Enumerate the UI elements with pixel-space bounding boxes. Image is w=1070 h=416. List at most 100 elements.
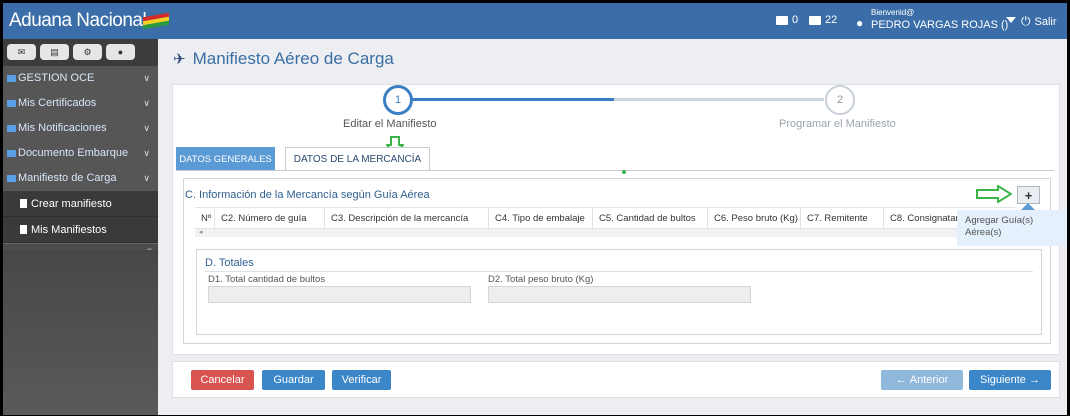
mail-count: 22 <box>825 14 838 26</box>
chevron-down-icon[interactable] <box>1006 17 1016 23</box>
chart-icon: ▤ <box>50 46 59 57</box>
list-icon <box>7 174 16 182</box>
chevron-down-icon: ∨ <box>143 123 150 133</box>
column-header[interactable]: C5. Cantidad de bultos <box>593 208 708 228</box>
arrow-right-icon: → <box>1025 374 1040 386</box>
mail-icon: ✉ <box>17 46 26 57</box>
mail-icon <box>809 15 821 25</box>
wizard-step-2-label: Programar el Manifiesto <box>779 118 896 130</box>
verify-button[interactable]: Verificar <box>332 370 391 390</box>
list-icon <box>7 99 16 107</box>
indicator-dot <box>622 170 626 174</box>
form-footer: Cancelar Guardar Verificar ← Anterior Si… <box>172 361 1060 398</box>
chart-shortcut-button[interactable]: ▤ <box>40 44 69 60</box>
gear-icon: ⚙ <box>83 46 92 57</box>
sidebar-item-label: Documento Embarque <box>18 147 129 159</box>
tab-divider <box>176 170 1054 171</box>
settings-shortcut-button[interactable]: ⚙ <box>73 44 102 60</box>
tab-label: DATOS GENERALES <box>179 153 272 165</box>
document-icon <box>20 199 27 208</box>
next-label: Siguiente <box>980 374 1026 386</box>
sidebar-item-label: Manifiesto de Carga <box>18 172 117 184</box>
user-icon: ● <box>117 47 124 57</box>
tab-label: DATOS DE LA MERCANCÍA <box>293 153 422 165</box>
wizard-progress-active <box>412 98 614 101</box>
arrow-right-icon <box>976 185 1012 203</box>
logout-button[interactable]: ⏻ Salir <box>1021 14 1057 29</box>
user-menu[interactable]: ● Bienvenid@ PEDRO VARGAS ROJAS () <box>856 8 1008 32</box>
tab-datos-generales[interactable]: DATOS GENERALES <box>176 147 275 171</box>
cancel-button[interactable]: Cancelar <box>191 370 254 390</box>
sidebar: ✉ ▤ ⚙ ● GESTION OCE ∨ Mis Certificados ∨… <box>3 39 158 415</box>
sidebar-item-label: Mis Notificaciones <box>18 122 107 134</box>
sidebar-subitem-mis-manifiestos[interactable]: Mis Manifiestos <box>3 217 158 243</box>
previous-label: Anterior <box>909 374 949 386</box>
table-horizontal-scrollbar[interactable]: ◂ <box>195 229 1015 237</box>
top-bar: Aduana Nacional 0 22 ● Bienvenid@ PEDRO … <box>3 3 1067 39</box>
sidebar-subitem-label: Mis Manifiestos <box>31 223 107 236</box>
sidebar-item-certificados[interactable]: Mis Certificados ∨ <box>3 91 158 116</box>
column-header[interactable]: Nº <box>195 208 215 228</box>
inbox-count: 0 <box>792 14 799 26</box>
welcome-text: Bienvenid@ <box>871 8 915 17</box>
mail-shortcut-button[interactable]: ✉ <box>7 44 36 60</box>
inbox-button[interactable]: 0 <box>776 14 798 26</box>
mail-button[interactable]: 22 <box>809 14 837 26</box>
guides-table-header: Nº C2. Número de guía C3. Descripción de… <box>195 207 1015 229</box>
sidebar-item-documento-embarque[interactable]: Documento Embarque ∨ <box>3 141 158 166</box>
user-icon: ● <box>856 16 864 30</box>
section-d-title: D. Totales <box>205 257 254 269</box>
column-header[interactable]: C3. Descripción de la mercancía <box>325 208 489 228</box>
wizard-progress-remaining <box>614 98 824 101</box>
section-c-title: C. Información de la Mercancía según Guí… <box>185 189 430 201</box>
add-guide-button[interactable]: + <box>1017 186 1040 204</box>
total-weight-field <box>488 286 751 303</box>
form-panel: 1 2 Editar el Manifiesto Programar el Ma… <box>172 84 1060 355</box>
tab-datos-mercancia[interactable]: DATOS DE LA MERCANCÍA <box>285 147 430 171</box>
chevron-down-icon: ∨ <box>143 173 150 183</box>
column-header[interactable]: C7. Remitente <box>801 208 884 228</box>
section-d-divider <box>205 271 1033 272</box>
user-name: PEDRO VARGAS ROJAS () <box>871 19 1009 31</box>
sidebar-shortcuts: ✉ ▤ ⚙ ● <box>3 39 158 66</box>
sidebar-item-manifiesto-carga[interactable]: Manifiesto de Carga ∨ <box>3 166 158 191</box>
wizard-step-number: 2 <box>836 94 844 106</box>
wizard-step-2[interactable]: 2 <box>825 85 855 115</box>
page-title-text: Manifiesto Aéreo de Carga <box>192 49 394 68</box>
user-shortcut-button[interactable]: ● <box>106 44 135 60</box>
chevron-down-icon: ∨ <box>143 98 150 108</box>
logout-label: Salir <box>1034 15 1057 28</box>
document-icon <box>20 225 27 234</box>
column-header[interactable]: C4. Tipo de embalaje <box>489 208 593 228</box>
app-frame: Aduana Nacional 0 22 ● Bienvenid@ PEDRO … <box>3 3 1067 415</box>
list-icon <box>7 149 16 157</box>
wizard-step-1-label: Editar el Manifiesto <box>343 118 437 130</box>
page-title: ✈ Manifiesto Aéreo de Carga <box>173 49 394 69</box>
chevron-down-icon: ∨ <box>143 148 150 158</box>
total-packages-field <box>208 286 471 303</box>
chevron-down-icon: ∨ <box>143 73 150 83</box>
add-guide-tooltip: Agregar Guía(s) Aérea(s) <box>957 210 1067 246</box>
sidebar-item-label: GESTION OCE <box>18 72 95 84</box>
power-icon: ⏻ <box>1021 14 1031 28</box>
list-icon <box>7 124 16 132</box>
inbox-icon <box>776 15 788 25</box>
save-button[interactable]: Guardar <box>262 370 325 390</box>
arrow-left-icon: ← <box>895 374 910 386</box>
sidebar-subitem-crear-manifiesto[interactable]: Crear manifiesto <box>3 191 158 217</box>
wizard-step-1[interactable]: 1 <box>383 85 413 115</box>
list-icon <box>7 74 16 82</box>
sidebar-subitem-label: Crear manifiesto <box>31 197 112 210</box>
sidebar-item-gestion-oce[interactable]: GESTION OCE ∨ <box>3 66 158 91</box>
previous-button[interactable]: ← Anterior <box>881 370 963 390</box>
sidebar-empty-area <box>3 250 158 415</box>
sidebar-item-label: Mis Certificados <box>18 97 97 109</box>
sidebar-item-notificaciones[interactable]: Mis Notificaciones ∨ <box>3 116 158 141</box>
next-button[interactable]: Siguiente → <box>969 370 1051 390</box>
flag-icon <box>143 12 169 30</box>
total-packages-label: D1. Total cantidad de bultos <box>208 274 326 285</box>
wizard-step-number: 1 <box>394 94 402 106</box>
column-header[interactable]: C2. Número de guía <box>215 208 325 228</box>
column-header[interactable]: C6. Peso bruto (Kg) <box>708 208 801 228</box>
brand-logo[interactable]: Aduana Nacional <box>9 10 147 32</box>
